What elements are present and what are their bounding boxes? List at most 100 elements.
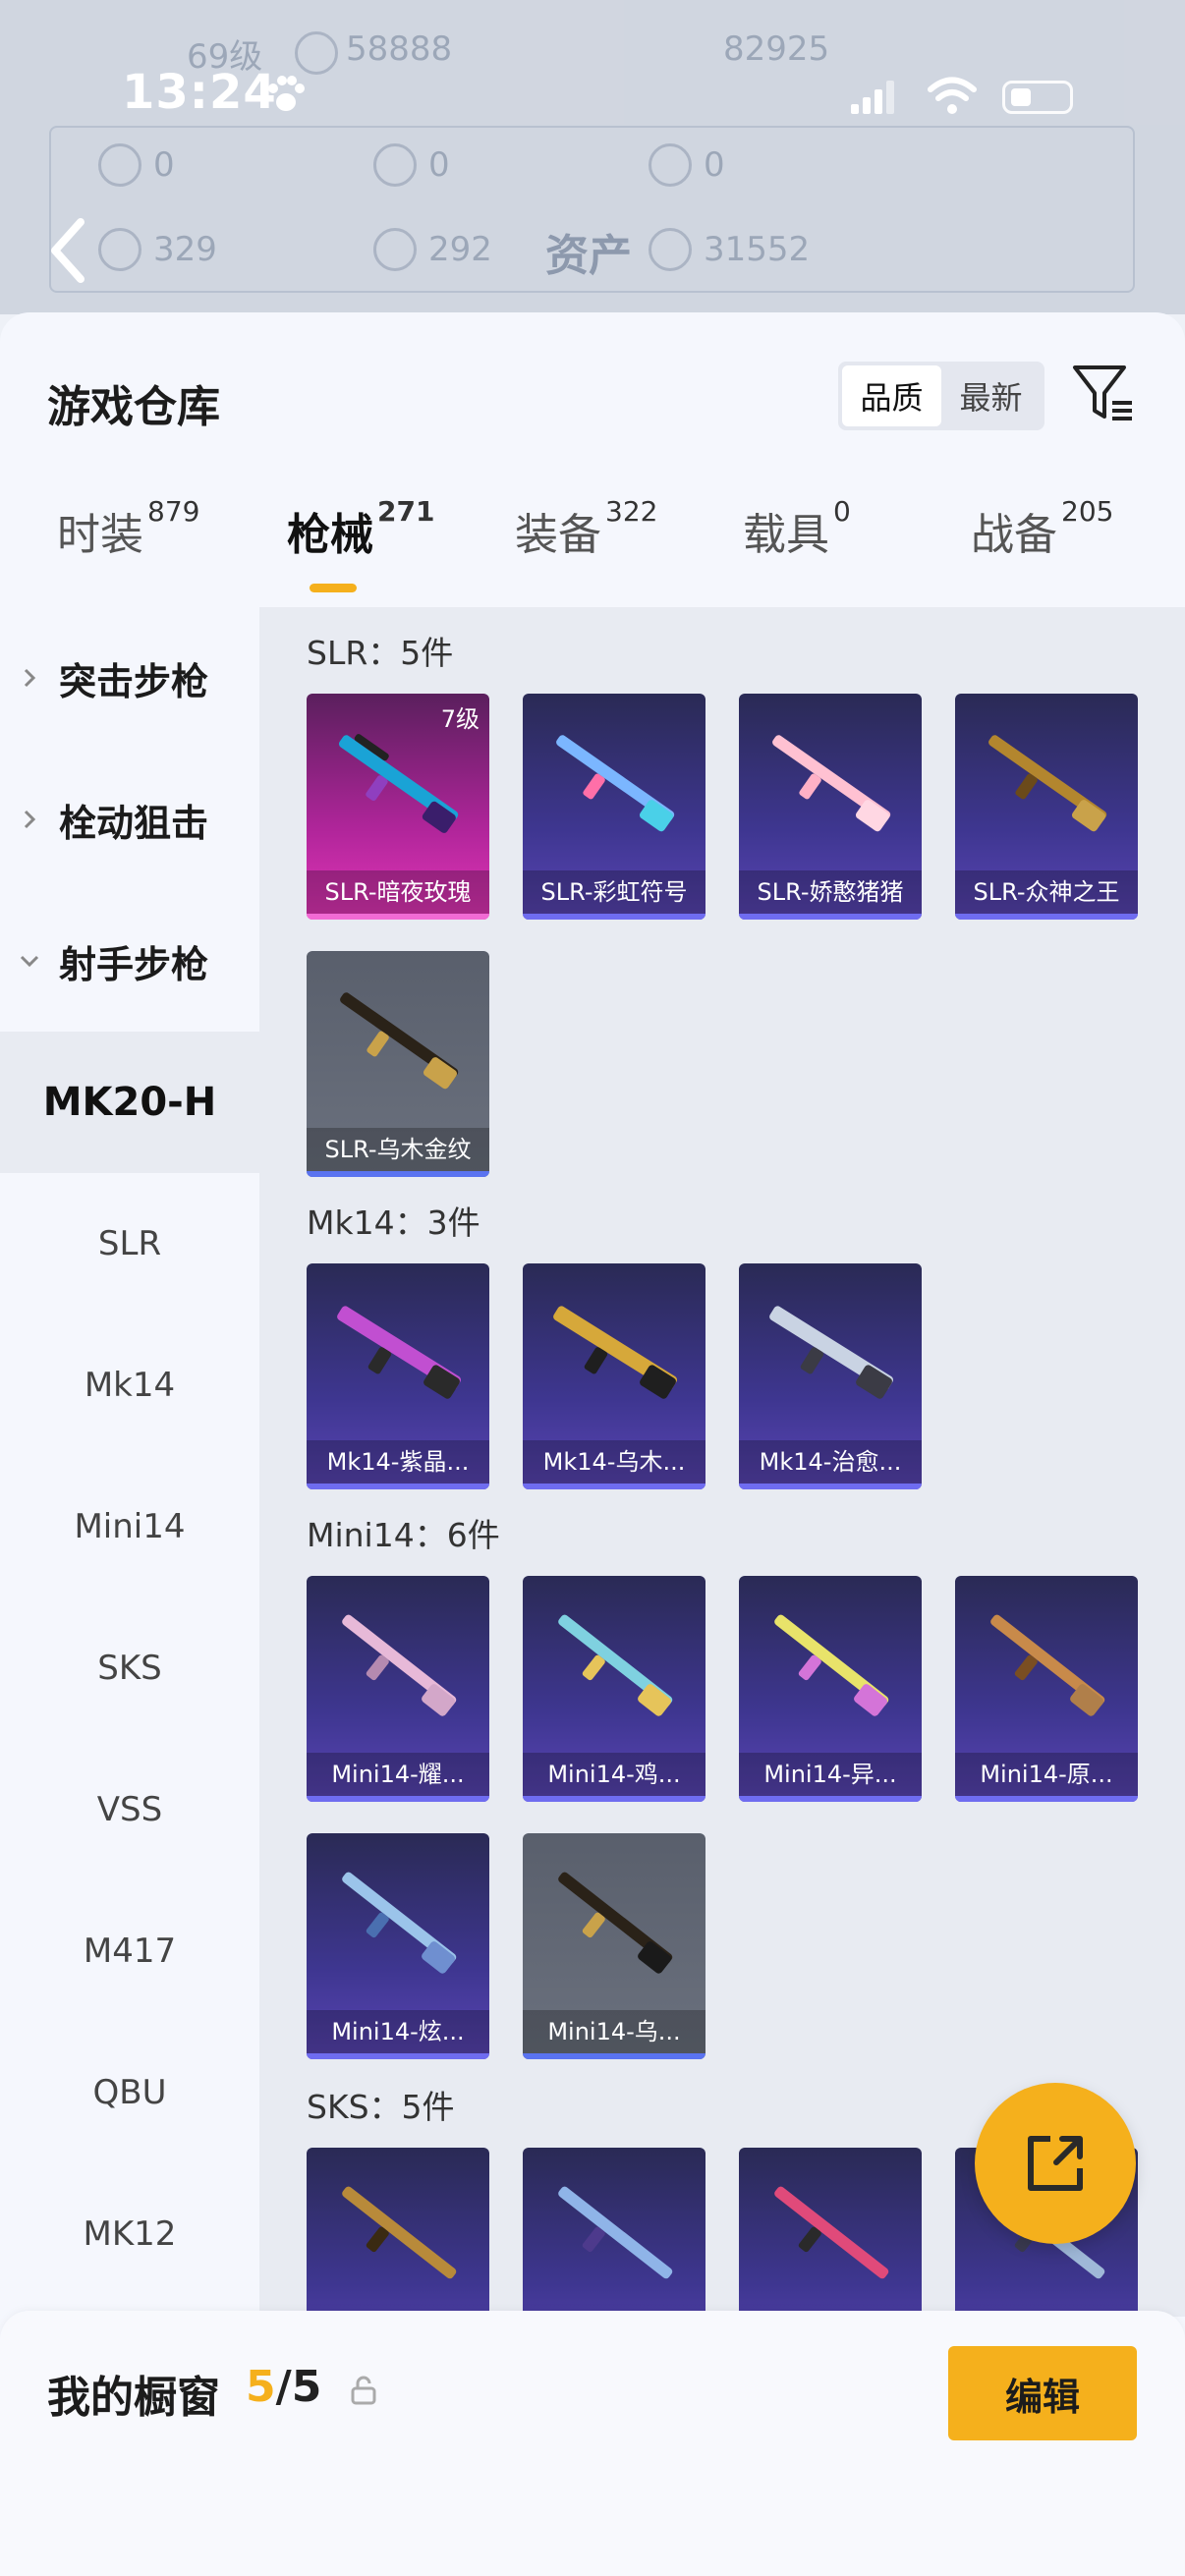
item-card[interactable]: Mini14-鸡... bbox=[523, 1576, 705, 1802]
bg-stat-top: 58888 bbox=[346, 29, 453, 69]
item-card[interactable]: SLR-乌木金纹 bbox=[307, 951, 489, 1177]
sidebar-item-m417[interactable]: M417 bbox=[0, 1880, 259, 2022]
rifle-icon bbox=[342, 2186, 457, 2279]
item-name: Mk14-乌木... bbox=[523, 1440, 705, 1484]
rifle-icon bbox=[774, 1614, 889, 1716]
bg-row1-c: 0 bbox=[704, 145, 725, 185]
sidebar-item-mk12[interactable]: MK12 bbox=[0, 2163, 259, 2305]
item-card[interactable] bbox=[307, 2148, 489, 2317]
lock-icon bbox=[351, 2376, 376, 2405]
sidebar-item-vss[interactable]: VSS bbox=[0, 1739, 259, 1880]
tab-vehicles[interactable]: 载具 0 bbox=[743, 495, 851, 562]
rifle-icon bbox=[558, 1872, 673, 1974]
bg-row2-right: 31552 bbox=[704, 230, 811, 269]
back-icon[interactable] bbox=[43, 216, 92, 285]
group-title-mk14: Mk14：3件 bbox=[307, 1204, 480, 1242]
tab-supplies[interactable]: 战备 205 bbox=[971, 495, 1113, 562]
rifle-icon bbox=[556, 735, 675, 832]
paw-icon bbox=[268, 76, 305, 111]
rifle-icon bbox=[342, 1614, 457, 1716]
rifle-icon bbox=[553, 1306, 677, 1399]
signal-icon bbox=[851, 81, 894, 114]
group-title-slr: SLR：5件 bbox=[307, 634, 454, 672]
bg-row1-b: 0 bbox=[428, 145, 450, 185]
chevron-right-icon bbox=[24, 810, 36, 829]
item-card[interactable]: SLR-娇憨猪猪 bbox=[739, 694, 922, 920]
share-icon bbox=[1028, 2136, 1083, 2191]
item-card[interactable]: Mini14-原... bbox=[955, 1576, 1138, 1802]
sidebar-item-mk14[interactable]: Mk14 bbox=[0, 1315, 259, 1456]
battery-icon bbox=[1002, 81, 1073, 114]
item-name: SLR-乌木金纹 bbox=[307, 1128, 489, 1171]
showcase-count: 5/5 bbox=[246, 2362, 322, 2412]
item-card[interactable] bbox=[523, 2148, 705, 2317]
item-card[interactable]: SLR-众神之王 bbox=[955, 694, 1138, 920]
item-card[interactable] bbox=[739, 2148, 922, 2317]
background-header: 69级 58888 82925 0 0 0 329 292 资产 31552 1… bbox=[0, 0, 1185, 314]
rifle-icon bbox=[769, 1306, 893, 1399]
rifle-icon bbox=[772, 735, 891, 832]
sidebar-item-sks[interactable]: SKS bbox=[0, 1597, 259, 1739]
group-title-sks: SKS：5件 bbox=[307, 2088, 455, 2126]
bg-title: 资产 bbox=[545, 231, 632, 281]
item-grid: SLR：5件 7级 SLR-暗夜玫瑰 SLR-彩虹符号 SLR-娇憨猪猪 SLR… bbox=[259, 607, 1185, 2317]
item-name: Mini14-异... bbox=[739, 1753, 922, 1796]
item-name: Mini14-乌... bbox=[523, 2010, 705, 2053]
item-card[interactable]: SLR-彩虹符号 bbox=[523, 694, 705, 920]
item-name: Mini14-原... bbox=[955, 1753, 1138, 1796]
sidebar-category-marksman[interactable]: 射手步枪 bbox=[0, 890, 259, 1032]
edit-button[interactable]: 编辑 bbox=[948, 2346, 1137, 2440]
chevron-right-icon bbox=[24, 668, 36, 688]
showcase-bar: 我的橱窗 5/5 编辑 bbox=[0, 2311, 1185, 2576]
rifle-icon bbox=[558, 2186, 673, 2279]
item-name: SLR-彩虹符号 bbox=[523, 870, 705, 914]
tab-indicator bbox=[310, 584, 357, 592]
tab-fashion[interactable]: 时装 879 bbox=[57, 495, 199, 562]
sidebar-item-qbu[interactable]: QBU bbox=[0, 2022, 259, 2163]
item-name: Mini14-鸡... bbox=[523, 1753, 705, 1796]
rifle-icon bbox=[774, 2186, 889, 2279]
item-name: SLR-暗夜玫瑰 bbox=[307, 870, 489, 914]
rifle-icon bbox=[340, 992, 459, 1090]
item-name: Mini14-耀... bbox=[307, 1753, 489, 1796]
warehouse-sheet: 游戏仓库 品质 最新 时装 879 枪械 271 装备 322 载具 0 战备 205 突… bbox=[0, 312, 1185, 2576]
sidebar-item-mini14[interactable]: Mini14 bbox=[0, 1456, 259, 1597]
item-card[interactable]: Mk14-治愈... bbox=[739, 1263, 922, 1489]
rifle-icon bbox=[990, 1614, 1105, 1716]
item-card[interactable]: Mini14-耀... bbox=[307, 1576, 489, 1802]
bg-row2-left: 329 bbox=[153, 230, 217, 269]
chevron-down-icon bbox=[20, 955, 39, 968]
item-card[interactable]: Mini14-乌... bbox=[523, 1833, 705, 2059]
item-name: Mk14-治愈... bbox=[739, 1440, 922, 1484]
rifle-icon bbox=[342, 1872, 457, 1974]
item-card[interactable]: Mk14-乌木... bbox=[523, 1263, 705, 1489]
rifle-icon bbox=[558, 1614, 673, 1716]
filter-icon[interactable] bbox=[1071, 362, 1136, 426]
item-card[interactable]: 7级 SLR-暗夜玫瑰 bbox=[307, 694, 489, 920]
share-button[interactable] bbox=[975, 2083, 1136, 2244]
item-card[interactable]: Mk14-紫晶... bbox=[307, 1263, 489, 1489]
item-name: Mk14-紫晶... bbox=[307, 1440, 489, 1484]
tab-guns[interactable]: 枪械 271 bbox=[287, 495, 434, 562]
page-title: 游戏仓库 bbox=[47, 382, 220, 432]
sidebar-category-bolt[interactable]: 栓动狙击 bbox=[0, 749, 259, 890]
bg-stat-right: 82925 bbox=[723, 29, 830, 69]
sidebar-category-assault[interactable]: 突击步枪 bbox=[0, 607, 259, 749]
item-name: Mini14-炫... bbox=[307, 2010, 489, 2053]
bg-row2-mid: 292 bbox=[428, 230, 492, 269]
sidebar-item-mk20h[interactable]: MK20-H bbox=[0, 1032, 259, 1173]
showcase-label: 我的橱窗 bbox=[47, 2373, 220, 2423]
group-title-mini14: Mini14：6件 bbox=[307, 1516, 500, 1554]
sort-quality[interactable]: 品质 bbox=[842, 365, 941, 426]
bg-row1-a: 0 bbox=[153, 145, 175, 185]
sidebar-item-slr[interactable]: SLR bbox=[0, 1173, 259, 1315]
sidebar: 突击步枪 栓动狙击 射手步枪 MK20-H SLR Mk14 Mini14 SK… bbox=[0, 607, 259, 2454]
sort-newest[interactable]: 最新 bbox=[941, 365, 1041, 426]
item-level: 7级 bbox=[440, 705, 480, 733]
item-name: SLR-众神之王 bbox=[955, 870, 1138, 914]
item-card[interactable]: Mini14-炫... bbox=[307, 1833, 489, 2059]
item-card[interactable]: Mini14-异... bbox=[739, 1576, 922, 1802]
rifle-icon bbox=[337, 1306, 461, 1399]
tab-equipment[interactable]: 装备 322 bbox=[515, 495, 657, 562]
wifi-icon bbox=[928, 77, 977, 114]
